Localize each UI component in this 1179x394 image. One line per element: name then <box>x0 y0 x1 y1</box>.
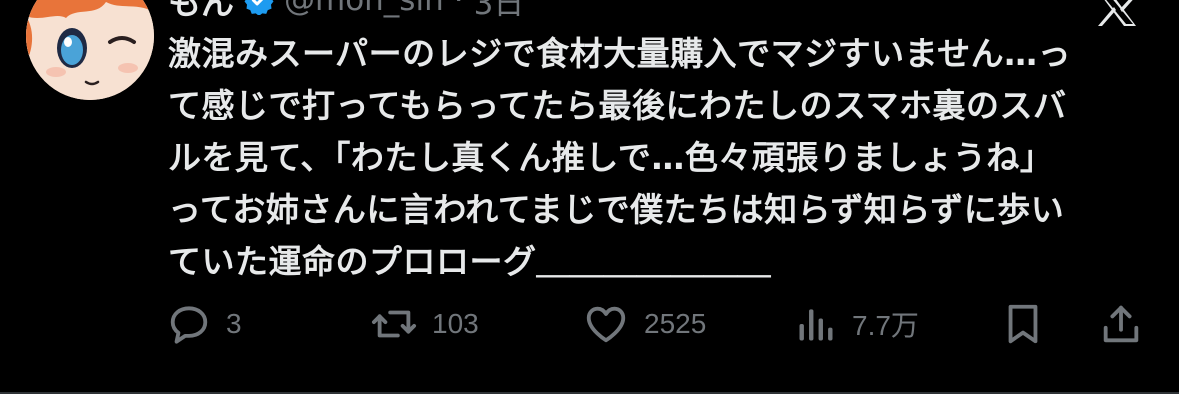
bookmark-button[interactable] <box>1000 296 1046 352</box>
tweet-header: もん @mon_sin · 3日 <box>168 0 525 23</box>
timestamp[interactable]: 3日 <box>474 0 525 23</box>
retweet-icon <box>371 310 417 338</box>
tweet-text: 激混みスーパーのレジで食材大量購入でマジすいません…っ て感じで打ってもらってた… <box>168 28 1158 288</box>
reply-button[interactable]: 3 <box>166 296 242 352</box>
views-icon <box>799 309 833 341</box>
avatar-illustration <box>26 0 154 100</box>
views-button[interactable]: 7.7万 <box>794 296 919 352</box>
reply-count: 3 <box>226 308 242 339</box>
tweet-actions: 3 103 2525 7.7万 <box>0 296 1179 352</box>
display-name[interactable]: もん <box>168 0 234 24</box>
user-handle[interactable]: @mon_sin <box>284 0 444 18</box>
retweet-button[interactable]: 103 <box>370 296 479 352</box>
tweet-text-line: 激混みスーパーのレジで食材大量購入でマジすいません…っ <box>168 34 1072 73</box>
tweet-text-line: て感じで打ってもらってたら最後にわたしのスマホ裏のスバ <box>168 86 1067 125</box>
tweet-text-line: ていた運命のプロローグ＿＿＿＿＿＿＿ <box>168 242 771 281</box>
avatar[interactable] <box>26 0 154 100</box>
like-count: 2525 <box>644 308 707 339</box>
bookmark-icon <box>1008 304 1038 344</box>
like-button[interactable]: 2525 <box>582 296 706 352</box>
reply-icon <box>170 306 208 344</box>
tweet-text-line: ルを見て、「わたし真くん推しで…色々頑張りましょうね」 <box>168 138 1054 177</box>
separator-dot: · <box>453 0 464 18</box>
retweet-count: 103 <box>432 308 479 339</box>
x-logo-icon[interactable] <box>1096 0 1140 28</box>
share-icon <box>1103 305 1139 343</box>
share-button[interactable] <box>1098 296 1144 352</box>
tweet-text-line: ってお姉さんに言われてまじで僕たちは知らず知らずに歩い <box>168 190 1065 229</box>
views-count: 7.7万 <box>852 310 919 341</box>
heart-icon <box>586 306 626 343</box>
verified-badge-icon <box>244 0 274 15</box>
